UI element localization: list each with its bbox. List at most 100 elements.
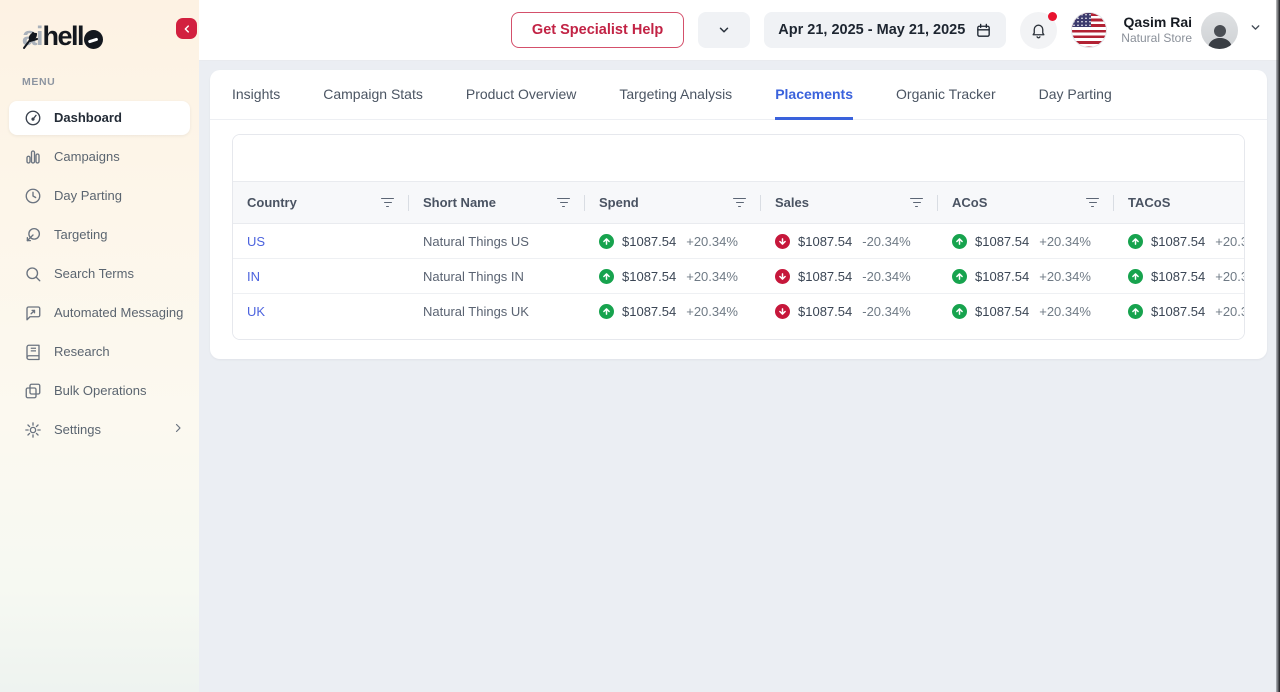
- filter-icon[interactable]: [907, 195, 926, 211]
- tab-insights[interactable]: Insights: [232, 70, 280, 120]
- spend-metric: $1087.54 +20.34%: [599, 304, 738, 319]
- sidebar-item-campaigns[interactable]: Campaigns: [9, 140, 190, 174]
- metric-change: +20.34%: [1039, 234, 1091, 249]
- metric-value: $1087.54: [975, 304, 1029, 319]
- filter-icon[interactable]: [730, 195, 749, 211]
- filter-icon[interactable]: [1083, 195, 1102, 211]
- sidebar-item-settings[interactable]: Settings: [9, 413, 190, 447]
- metric-value: $1087.54: [1151, 304, 1205, 319]
- country-link[interactable]: IN: [247, 269, 260, 284]
- message-icon: [24, 304, 42, 322]
- sidebar-item-bulk-operations[interactable]: Bulk Operations: [9, 374, 190, 408]
- placements-card: Insights Campaign Stats Product Overview…: [210, 70, 1267, 359]
- metric-change: +20.34%: [1039, 269, 1091, 284]
- metric-change: -20.34%: [862, 234, 910, 249]
- trend-down-icon: [775, 234, 790, 249]
- acos-metric: $1087.54 +20.34%: [952, 304, 1091, 319]
- tab-product-overview[interactable]: Product Overview: [466, 70, 576, 120]
- metric-change: +20.34%: [1039, 304, 1091, 319]
- sidebar-item-label: Research: [54, 344, 184, 359]
- placements-table-container: Country Short Name Spend Sales: [232, 134, 1245, 340]
- gear-icon: [24, 421, 42, 439]
- trend-down-icon: [775, 269, 790, 284]
- user-store: Natural Store: [1121, 31, 1192, 46]
- country-link[interactable]: UK: [247, 304, 265, 319]
- metric-change: +20.34%: [686, 304, 738, 319]
- tab-campaign-stats[interactable]: Campaign Stats: [323, 70, 423, 120]
- country-link[interactable]: US: [247, 234, 265, 249]
- sidebar-item-label: Automated Messaging: [54, 305, 184, 320]
- chevron-down-icon: [1249, 21, 1262, 39]
- date-range-picker[interactable]: Apr 21, 2025 - May 21, 2025: [764, 12, 1006, 48]
- placements-table: Country Short Name Spend Sales: [233, 181, 1244, 329]
- calendar-icon: [975, 22, 992, 39]
- acos-metric: $1087.54 +20.34%: [952, 234, 1091, 249]
- table-bottom-padding: [233, 329, 1244, 339]
- column-header-sales: Sales: [761, 182, 938, 224]
- sidebar-item-automated-messaging[interactable]: Automated Messaging: [9, 296, 190, 330]
- sidebar-item-search-terms[interactable]: Search Terms: [9, 257, 190, 291]
- quick-actions-dropdown-button[interactable]: [698, 12, 750, 48]
- bell-icon: [1030, 22, 1047, 39]
- menu-section-label: MENU: [0, 52, 199, 98]
- sidebar-nav: Dashboard Campaigns Day Parting Targetin…: [0, 98, 199, 449]
- dashboard-tabs: Insights Campaign Stats Product Overview…: [210, 70, 1267, 120]
- screen-right-edge: [1276, 0, 1280, 692]
- short-name: Natural Things US: [423, 234, 529, 249]
- sales-metric: $1087.54 -20.34%: [775, 269, 911, 284]
- column-label: Spend: [599, 195, 639, 210]
- tab-organic-tracker[interactable]: Organic Tracker: [896, 70, 996, 120]
- sidebar-item-targeting[interactable]: Targeting: [9, 218, 190, 252]
- metric-value: $1087.54: [798, 304, 852, 319]
- sidebar-item-day-parting[interactable]: Day Parting: [9, 179, 190, 213]
- metric-value: $1087.54: [1151, 269, 1205, 284]
- column-header-country: Country: [233, 182, 409, 224]
- trend-down-icon: [775, 304, 790, 319]
- bar-chart-icon: [24, 148, 42, 166]
- sidebar-collapse-button[interactable]: [176, 18, 197, 39]
- metric-value: $1087.54: [798, 269, 852, 284]
- short-name: Natural Things UK: [423, 304, 529, 319]
- metric-value: $1087.54: [1151, 234, 1205, 249]
- sidebar-item-label: Day Parting: [54, 188, 184, 203]
- column-header-spend: Spend: [585, 182, 761, 224]
- column-label: TACoS: [1128, 195, 1170, 210]
- short-name: Natural Things IN: [423, 269, 524, 284]
- logo-o-mark: [84, 30, 103, 49]
- sidebar-item-dashboard[interactable]: Dashboard: [9, 101, 190, 135]
- filter-icon[interactable]: [378, 195, 397, 211]
- aihello-logo[interactable]: aihell: [0, 0, 199, 52]
- metric-value: $1087.54: [975, 234, 1029, 249]
- chevron-left-icon: [182, 24, 192, 34]
- get-specialist-help-button[interactable]: Get Specialist Help: [511, 12, 684, 48]
- metric-change: +20.34%: [686, 234, 738, 249]
- table-row: US Natural Things US $1087.54 +20.34% $1…: [233, 224, 1244, 259]
- metric-value: $1087.54: [622, 304, 676, 319]
- sidebar-item-label: Targeting: [54, 227, 184, 242]
- topbar: Get Specialist Help Apr 21, 2025 - May 2…: [199, 0, 1280, 61]
- trend-up-icon: [952, 269, 967, 284]
- column-label: ACoS: [952, 195, 987, 210]
- table-row: IN Natural Things IN $1087.54 +20.34% $1…: [233, 259, 1244, 294]
- notification-badge: [1048, 12, 1057, 21]
- table-row: UK Natural Things UK $1087.54 +20.34% $1…: [233, 294, 1244, 329]
- trend-up-icon: [599, 234, 614, 249]
- copy-icon: [24, 382, 42, 400]
- metric-change: +20.34%: [686, 269, 738, 284]
- column-label: Sales: [775, 195, 809, 210]
- trend-up-icon: [952, 304, 967, 319]
- tab-placements[interactable]: Placements: [775, 70, 853, 120]
- tab-day-parting[interactable]: Day Parting: [1039, 70, 1112, 120]
- us-flag-marketplace-selector[interactable]: [1071, 12, 1107, 48]
- filter-icon[interactable]: [554, 195, 573, 211]
- sidebar-item-label: Settings: [54, 422, 160, 437]
- tab-targeting-analysis[interactable]: Targeting Analysis: [619, 70, 732, 120]
- metric-change: -20.34%: [862, 304, 910, 319]
- main-content: Insights Campaign Stats Product Overview…: [199, 61, 1280, 692]
- sidebar-item-research[interactable]: Research: [9, 335, 190, 369]
- user-menu[interactable]: Qasim Rai Natural Store: [1121, 12, 1262, 49]
- sidebar-item-label: Dashboard: [54, 110, 184, 125]
- logo-text-hello: hell: [43, 21, 84, 52]
- clock-icon: [24, 187, 42, 205]
- sales-metric: $1087.54 -20.34%: [775, 304, 911, 319]
